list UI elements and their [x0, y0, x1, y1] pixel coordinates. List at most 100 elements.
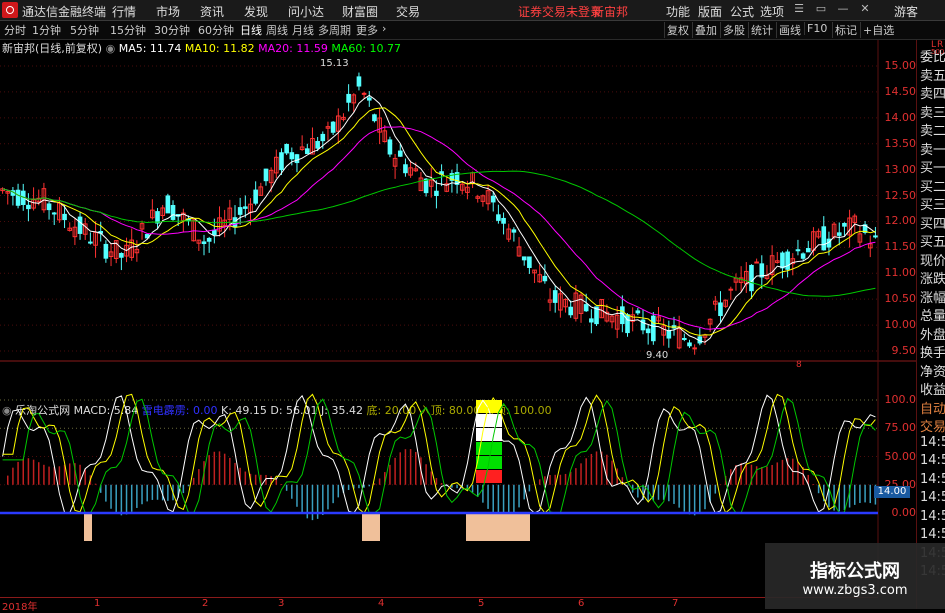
- period-5min[interactable]: 5分钟: [70, 22, 99, 38]
- price-tick: 10.50: [884, 292, 917, 306]
- candle: [134, 240, 140, 262]
- watermark-url: www.zbgs3.com: [802, 583, 908, 598]
- btn-adjust[interactable]: 复权: [664, 22, 691, 38]
- candle: [139, 220, 145, 240]
- period-multi[interactable]: 多周期: [318, 22, 351, 38]
- quote-field-18: 收益: [920, 383, 945, 398]
- candle: [614, 306, 620, 339]
- menu-layout[interactable]: 版面: [698, 3, 722, 20]
- app-logo-icon: [2, 2, 18, 18]
- candle: [568, 300, 574, 318]
- candle: [578, 292, 584, 323]
- candle: [527, 256, 532, 274]
- time-tick: 2: [202, 598, 209, 609]
- candle: [532, 269, 537, 284]
- candlestick-series: [0, 72, 878, 355]
- btn-multi-stock[interactable]: 多股: [720, 22, 747, 38]
- low-mark: 9.40: [646, 350, 669, 361]
- period-weekly[interactable]: 周线: [266, 22, 288, 38]
- chart-area[interactable]: [0, 40, 916, 597]
- menu-market[interactable]: 市场: [156, 3, 180, 20]
- candle: [51, 211, 57, 226]
- guest-label[interactable]: 游客: [894, 3, 918, 20]
- btn-overlay[interactable]: 叠加: [692, 22, 719, 38]
- period-15min[interactable]: 15分钟: [110, 22, 146, 38]
- btn-mark[interactable]: 标记: [832, 22, 859, 38]
- candle: [0, 187, 5, 194]
- candle: [862, 221, 868, 235]
- btn-statistics[interactable]: 统计: [748, 22, 775, 38]
- right-quote-panel: L R 500 委比 卖五 卖四 卖三 卖二 卖一 买一 买二 买三 买四 买五 现价 涨跌 涨幅 总量 外盘…: [916, 40, 945, 609]
- candle: [341, 113, 346, 122]
- quote-field-20: 交易: [920, 420, 945, 435]
- price-tick: 9.50: [891, 344, 917, 357]
- quote-field-5: 卖一: [920, 142, 945, 158]
- candle: [196, 239, 202, 251]
- candle: [713, 295, 718, 311]
- candle: [372, 113, 377, 123]
- period-intraday[interactable]: 分时: [4, 22, 26, 38]
- period-toolbar: 分时 1分钟 5分钟 15分钟 30分钟 60分钟 日线 周线 月线 多周期 更…: [0, 21, 945, 40]
- candle: [743, 262, 749, 293]
- candle: [496, 204, 501, 224]
- stock-name: 新宙邦: [592, 5, 629, 19]
- candle: [119, 252, 124, 271]
- period-daily[interactable]: 日线: [240, 22, 262, 38]
- quote-field-16: 换手: [920, 346, 945, 361]
- candle: [299, 135, 305, 151]
- period-60min[interactable]: 60分钟: [198, 22, 234, 38]
- price-tick: 13.00: [884, 162, 917, 176]
- btn-draw[interactable]: 画线: [776, 22, 803, 38]
- menu-function[interactable]: 功能: [666, 3, 690, 20]
- period-more[interactable]: 更多: [356, 22, 378, 38]
- candle: [470, 171, 475, 189]
- candle: [77, 211, 83, 240]
- window-menu-icon[interactable]: ☰: [792, 2, 806, 16]
- candle: [449, 169, 455, 193]
- candle: [687, 339, 692, 348]
- btn-f10[interactable]: F10: [804, 22, 829, 35]
- menu-options[interactable]: 选项: [760, 3, 784, 20]
- menu-trade[interactable]: 交易: [396, 3, 420, 20]
- candle: [356, 72, 362, 91]
- signal-block: [84, 513, 92, 541]
- signal-block: [466, 513, 530, 541]
- period-1min[interactable]: 1分钟: [32, 22, 61, 38]
- candle: [387, 136, 393, 158]
- candle: [537, 264, 543, 283]
- quote-field-26: 14:56: [920, 527, 945, 542]
- period-30min[interactable]: 30分钟: [154, 22, 190, 38]
- time-axis: 2018年 1 2 3 4 5 6 7: [0, 597, 878, 613]
- candle: [310, 127, 315, 155]
- candle: [506, 223, 512, 243]
- current-value-badge: 14.00: [874, 486, 910, 498]
- watermark: 指标公式网 www.zbgs3.com: [765, 543, 945, 609]
- candle: [661, 318, 666, 346]
- menu-news[interactable]: 资讯: [200, 3, 224, 20]
- btn-add-watchlist[interactable]: +自选: [860, 22, 896, 38]
- candle: [459, 182, 465, 195]
- menu-discover[interactable]: 发现: [244, 3, 268, 20]
- candle: [304, 143, 310, 155]
- price-tick: 11.50: [884, 240, 917, 254]
- login-notice[interactable]: 证券交易未登录: [518, 3, 602, 20]
- window-restore-icon[interactable]: —: [836, 2, 850, 16]
- candle: [335, 108, 341, 144]
- menu-quotes[interactable]: 行情: [112, 3, 136, 20]
- candle: [454, 163, 460, 194]
- more-chevron-icon[interactable]: ›: [382, 22, 386, 35]
- menu-wealth[interactable]: 财富圈: [342, 3, 378, 20]
- candle: [625, 313, 630, 337]
- menu-ask[interactable]: 问小达: [288, 3, 324, 20]
- price-tick: 12.00: [884, 214, 917, 228]
- candle: [692, 344, 697, 355]
- window-minimize-icon[interactable]: ▭: [814, 2, 828, 16]
- ma-lines: [2, 94, 876, 343]
- candle: [774, 252, 780, 264]
- period-monthly[interactable]: 月线: [292, 22, 314, 38]
- candle: [330, 121, 336, 136]
- menu-formula[interactable]: 公式: [730, 3, 754, 20]
- quote-field-8: 买三: [920, 198, 945, 213]
- quote-field-4: 卖二: [920, 124, 945, 139]
- window-close-icon[interactable]: ✕: [858, 2, 872, 16]
